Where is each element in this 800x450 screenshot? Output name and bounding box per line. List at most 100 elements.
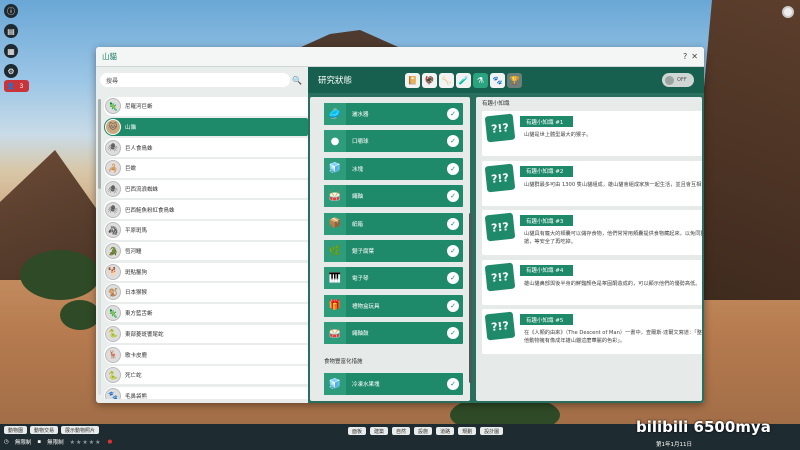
species-name: 巨人食鳥蛛: [125, 145, 153, 152]
calendar-icon[interactable]: ▦: [4, 44, 18, 58]
species-list-item[interactable]: 🕷 巴西鮭魚粉紅食鳥蛛: [104, 200, 308, 219]
item-name: 冰塊: [352, 166, 364, 173]
tab-book-icon[interactable]: 📔: [405, 72, 420, 88]
fun-fact-card: ?!? 有趣小知識 #2 山貓群最多可由 1300 隻山貓組成，雄山貓會組成家族一起…: [482, 160, 702, 206]
toolbar-button[interactable]: 設施: [414, 427, 433, 435]
check-icon: ✓: [447, 378, 459, 390]
bottom-chip[interactable]: 動物園: [4, 426, 28, 434]
enrichment-column: 🥏 灑水器 ✓ ● 口嚼球 ✓ 🧊 冰塊 ✓ 🥁 繩軸 ✓ 📦 紙箱 ✓ 🌿 鋸子腐葉 ✓ 🎹 電子琴 ✓ 🎁 禮物盒玩具 ✓…: [310, 97, 470, 401]
check-icon: ✓: [447, 162, 459, 175]
item-thumbnail-icon: 🥁: [324, 185, 346, 208]
species-list-item[interactable]: 🐍 死亡蛇: [104, 365, 308, 385]
help-button[interactable]: ?: [683, 52, 687, 61]
species-name: 歌卡皮鹿: [125, 352, 148, 359]
toggle-pill[interactable]: OFF: [662, 73, 694, 87]
species-list-item[interactable]: 🐊 恆河鱷: [104, 241, 308, 261]
tab-bird-icon[interactable]: 🦃: [422, 72, 437, 88]
species-list-item[interactable]: 🐕 斑點鬣狗: [104, 262, 308, 281]
fact-text: 山貓群最多可由 1300 隻山貓組成，雄山貓會組成家族一起生活，並且會互相幫忙養…: [524, 181, 702, 188]
item-thumbnail-icon: 🧊: [324, 373, 346, 395]
animal-avatar-icon: 🕷: [105, 181, 121, 197]
item-thumbnail-icon: 🧊: [324, 157, 346, 180]
enrichment-item[interactable]: 🎹 電子琴 ✓: [324, 267, 463, 290]
fun-fact-card: ?!? 有趣小知識 #1 山貓是世上體型最大的猴子。: [482, 111, 702, 156]
enrichment-item[interactable]: ● 口嚼球 ✓: [324, 130, 463, 153]
tab-trophy-icon[interactable]: 🏆: [507, 72, 522, 88]
food-label: 無限制: [47, 440, 64, 446]
zoopedia-window: 山貓 ? ✕ 搜尋 🔍 🦎 尼羅河巨蜥 🐱 山貓 🕷 巨人食鳥蛛 🦂 巨蠍 🕷 巴西流浪蜘蛛 🕷 巴西…: [96, 47, 704, 403]
fact-title: 有趣小知識 #5: [520, 314, 574, 325]
enrichment-item[interactable]: 🎁 禮物盒玩具 ✓: [324, 294, 463, 317]
tab-paw-icon[interactable]: 🐾: [490, 72, 505, 88]
enrichment-item[interactable]: 📦 紙箱 ✓: [324, 212, 463, 235]
alert-icon[interactable]: ●: [107, 439, 112, 445]
animal-avatar-icon: 🦓: [105, 222, 121, 239]
species-list-item[interactable]: 🐍 東部菱斑響尾蛇: [104, 324, 308, 344]
fact-title: 有趣小知識 #3: [520, 215, 574, 226]
species-list-item[interactable]: 🐒 日本猴猴: [104, 283, 308, 302]
species-list-item[interactable]: 🦓 平原斑馬: [104, 221, 308, 240]
game-date: 第1年1月11日: [656, 442, 692, 448]
tab-bone-icon[interactable]: 🦴: [439, 72, 454, 88]
toolbar-button[interactable]: 自然: [392, 427, 411, 435]
item-name: 鋸子腐葉: [352, 249, 375, 255]
animal-avatar-icon: 🦎: [105, 305, 121, 322]
species-list-item[interactable]: 🦎 東方藍舌蜥: [104, 303, 308, 323]
fact-title: 有趣小知識 #2: [520, 165, 574, 177]
search-icon[interactable]: 🔍: [290, 76, 304, 85]
enrichment-item[interactable]: 🧊 冰塊 ✓: [324, 157, 463, 180]
check-icon: ✓: [447, 299, 459, 312]
toolbar-button[interactable]: 設計圖: [480, 427, 504, 435]
species-scrollbar[interactable]: [98, 99, 101, 395]
bottom-chip[interactable]: 展示動物照片: [61, 426, 100, 434]
species-list-item[interactable]: 🕷 巴西流浪蜘蛛: [104, 179, 308, 199]
animal-avatar-icon: 🐕: [105, 263, 121, 280]
item-thumbnail-icon: 📦: [324, 212, 346, 235]
species-name: 死亡蛇: [125, 373, 142, 380]
species-list-item[interactable]: 🦂 巨蠍: [104, 159, 308, 178]
food-section-label: 食物豐富化措施: [324, 359, 363, 365]
pause-toggle[interactable]: [782, 6, 794, 18]
question-mark-icon: ?!?: [484, 113, 516, 143]
food-item[interactable]: 🧊 冷凍水果塊 ✓: [324, 373, 463, 395]
species-list-item[interactable]: 🐾 毛鼻袋熊: [104, 386, 308, 399]
settings-icon[interactable]: ⚙: [4, 64, 18, 78]
toolbar-button[interactable]: 道路: [436, 427, 455, 435]
species-list-item[interactable]: 🦌 歌卡皮鹿: [104, 345, 308, 364]
watermark: bilibili 6500mya: [636, 418, 771, 436]
item-name: 繩軸: [352, 194, 364, 201]
close-button[interactable]: ✕: [691, 52, 698, 61]
fact-text: 山貓是世上體型最大的猴子。: [524, 132, 592, 138]
item-thumbnail-icon: 🎹: [324, 267, 346, 290]
toolbar-button[interactable]: 面板: [348, 427, 367, 435]
panel-body: 🥏 灑水器 ✓ ● 口嚼球 ✓ 🧊 冰塊 ✓ 🥁 繩軸 ✓ 📦 紙箱 ✓ 🌿 鋸子腐葉 ✓ 🎹 電子琴 ✓ 🎁 禮物盒玩具 ✓…: [308, 93, 704, 403]
tab-flask-icon[interactable]: ⚗: [473, 72, 488, 88]
category-tabs: 📔 🦃 🦴 🧪 ⚗ 🐾 🏆: [405, 72, 522, 88]
items-scrollbar[interactable]: [469, 213, 472, 383]
fact-text: 山貓具有龐大的頰囊可以儲存食物，他們常常用頰囊提供食物藏起來，以免同群體的其他山…: [524, 231, 702, 246]
species-name: 恆河鱷: [125, 249, 142, 256]
check-icon: ✓: [447, 217, 459, 230]
tab-potion-icon[interactable]: 🧪: [456, 72, 471, 88]
animal-avatar-icon: 🐒: [105, 284, 121, 301]
enrichment-item[interactable]: 🥁 繩軸 ✓: [324, 185, 463, 208]
enrichment-item[interactable]: 🌿 鋸子腐葉 ✓: [324, 240, 463, 262]
species-list-item[interactable]: 🕷 巨人食鳥蛛: [104, 138, 308, 157]
info-icon[interactable]: ⓘ: [4, 4, 18, 18]
enrichment-item[interactable]: 🥁 繩軸鼓 ✓: [324, 322, 463, 345]
fun-fact-card: ?!? 有趣小知識 #5 在《人類的由來》（The Descent of Man）一…: [482, 309, 702, 354]
person-icon: 👤: [7, 82, 15, 90]
check-icon: ✓: [447, 272, 459, 285]
species-list-item[interactable]: 🐱 山貓: [104, 117, 308, 137]
toolbar-button[interactable]: 規劃: [458, 427, 477, 435]
search-input[interactable]: 搜尋: [100, 73, 290, 87]
bottom-chip[interactable]: 動物交易: [30, 426, 59, 434]
animal-avatar-icon: 🐱: [105, 118, 121, 135]
zoopedia-icon[interactable]: ▤: [4, 24, 18, 38]
species-name: 毛鼻袋熊: [125, 393, 148, 399]
toolbar-button[interactable]: 建築: [370, 427, 389, 435]
facts-column: 有趣小知識 ?!? 有趣小知識 #1 山貓是世上體型最大的猴子。?!? 有趣小知識 #…: [476, 97, 702, 401]
staff-alert-button[interactable]: 👤 3: [4, 80, 30, 92]
species-list-item[interactable]: 🦎 尼羅河巨蜥: [104, 97, 308, 116]
enrichment-item[interactable]: 🥏 灑水器 ✓: [324, 103, 463, 125]
